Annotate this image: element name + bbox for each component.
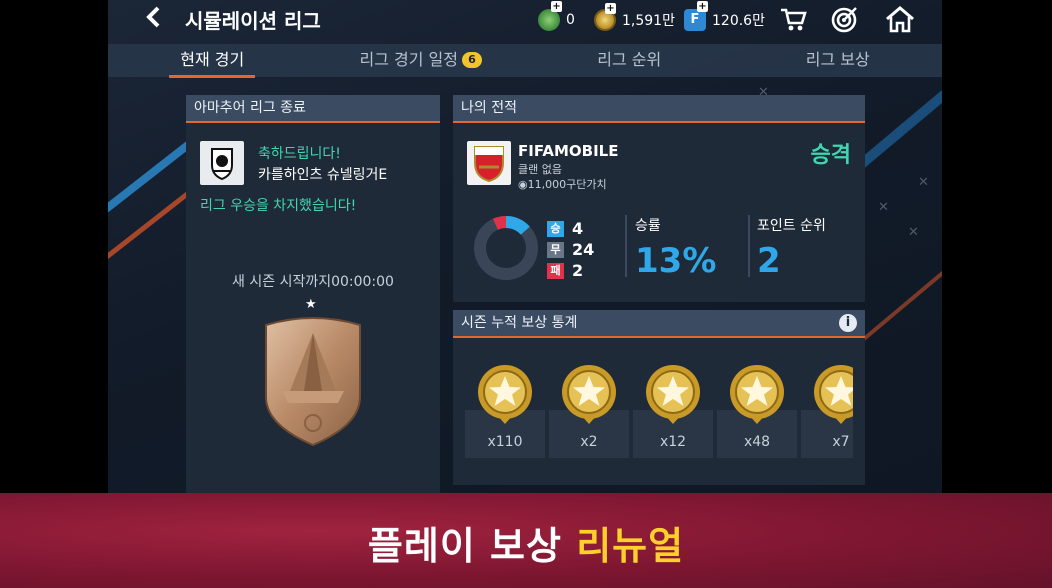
banner-text-highlight: 리뉴얼 [576, 524, 685, 568]
value-icon: ◉ [518, 178, 528, 191]
team-name: FIFAMOBILE [518, 142, 619, 160]
decor-cross: ✕ [878, 200, 889, 215]
chevron-left-icon [146, 6, 160, 28]
club-name: 카를하인츠 슈넬링거E [258, 167, 388, 183]
gold-star-medal-icon [562, 365, 616, 424]
win-rate-label: 승률 [635, 218, 661, 234]
cart-button[interactable] [778, 4, 808, 34]
top-bar: 시뮬레이션 리그 + 0 + 1,591만 F + 120.6만 [108, 0, 942, 40]
decor-stripe [108, 137, 196, 231]
gold-star-medal-icon [814, 365, 853, 424]
home-button[interactable] [884, 4, 914, 34]
rank-value: 2 [757, 241, 781, 281]
info-icon[interactable]: i [839, 314, 857, 332]
banner-headline: 플레이 보상 리뉴얼 [0, 515, 1052, 570]
team-value: ◉11,000구단가치 [518, 176, 607, 192]
cart-icon [781, 8, 807, 31]
tab-label: 리그 순위 [597, 50, 662, 69]
back-button[interactable] [144, 6, 164, 34]
season-rewards-panel: 시즌 누적 보상 통계 i x110 x2 x12 x48 x7 [453, 310, 865, 485]
banner-text-main: 플레이 보상 [367, 524, 577, 568]
club-logo-icon [200, 141, 244, 185]
panel-heading: 시즌 누적 보상 통계 i [453, 310, 865, 338]
reward-count: x48 [743, 434, 771, 450]
gold-star-medal-icon [478, 365, 532, 424]
win-draw-loss-donut [474, 216, 538, 280]
tab-league-rewards[interactable]: 리그 보상 [734, 44, 943, 77]
wins-tag: 승 [547, 220, 564, 237]
draws-value: 24 [572, 240, 595, 259]
clan-status: 클랜 없음 [518, 163, 562, 176]
letterbox-right [942, 0, 1052, 493]
xp-icon: + [538, 1, 562, 31]
panel-heading-text: 시즌 누적 보상 통계 [461, 315, 578, 331]
rewards-list: x110 x2 x12 x48 x7 [465, 362, 853, 472]
target-button[interactable] [830, 4, 860, 34]
tab-league-schedule[interactable]: 리그 경기 일정 6 [317, 44, 526, 77]
page-title: 시뮬레이션 리그 [185, 9, 321, 33]
fifa-points-icon: F + [684, 1, 708, 31]
season-timer: 새 시즌 시작까지00:00:00 [232, 274, 394, 290]
panel-heading: 나의 전적 [453, 95, 865, 123]
star-icon: ★ [305, 297, 317, 312]
panel-heading: 아마추어 리그 종료 [186, 95, 440, 123]
letterbox-left [0, 0, 108, 493]
reward-item[interactable]: x12 [633, 362, 713, 458]
draws-row: 무 24 [547, 240, 594, 259]
coin-value: 1,591만 [622, 13, 675, 29]
game-screen: ✕ ✕ ✕ ✕ 시뮬레이션 리그 + 0 + 1,591만 F + 120.6만 [108, 0, 942, 493]
reward-item[interactable]: x48 [717, 362, 797, 458]
reward-count: x110 [487, 434, 523, 450]
xp-currency[interactable]: + 0 [538, 1, 575, 31]
result-status: 승격 [810, 143, 851, 168]
decor-cross: ✕ [908, 225, 919, 240]
divider [748, 215, 750, 277]
losses-tag: 패 [547, 262, 564, 279]
losses-value: 2 [572, 261, 584, 280]
league-won-text: 리그 우승을 차지했습니다! [200, 198, 357, 214]
target-icon [831, 7, 857, 33]
reward-count: x7 [832, 434, 850, 450]
reward-item[interactable]: x2 [549, 362, 629, 458]
coin-currency[interactable]: + 1,591만 [594, 3, 675, 31]
coin-icon: + [594, 3, 616, 31]
promo-banner: 플레이 보상 리뉴얼 [0, 493, 1052, 588]
plus-icon: + [551, 1, 562, 12]
tab-bar: 현재 경기 리그 경기 일정 6 리그 순위 리그 보상 [108, 44, 942, 77]
reward-item[interactable]: x7 [801, 362, 853, 458]
schedule-badge: 6 [462, 52, 482, 68]
fifa-points-value: 120.6만 [712, 13, 765, 29]
home-icon [886, 6, 914, 33]
tab-label: 현재 경기 [180, 50, 245, 69]
gold-star-medal-icon [646, 365, 700, 424]
rank-label: 포인트 순위 [757, 218, 826, 234]
draws-tag: 무 [547, 241, 564, 258]
wins-row: 승 4 [547, 219, 583, 238]
divider [625, 215, 627, 277]
plus-icon: + [697, 1, 708, 12]
fifa-points-currency[interactable]: F + 120.6만 [684, 1, 765, 31]
bronze-league-shield-icon [265, 317, 361, 447]
reward-count: x12 [659, 434, 687, 450]
tab-label: 리그 보상 [805, 50, 870, 69]
tab-league-ranking[interactable]: 리그 순위 [525, 44, 734, 77]
plus-icon: + [605, 3, 616, 14]
congrats-text: 축하드립니다! [258, 146, 341, 162]
reward-count: x2 [580, 434, 598, 450]
decor-cross: ✕ [918, 175, 929, 190]
reward-item[interactable]: x110 [465, 362, 545, 458]
losses-row: 패 2 [547, 261, 583, 280]
tab-current-match[interactable]: 현재 경기 [108, 44, 317, 77]
win-rate-value: 13% [635, 241, 717, 281]
tab-label: 리그 경기 일정 [359, 50, 459, 69]
team-value-text: 11,000구단가치 [527, 178, 607, 191]
arsenal-crest-icon [467, 141, 511, 185]
xp-value: 0 [566, 12, 575, 28]
my-record-panel: 나의 전적 FIFAMOBILE 클랜 없음 ◉11,000구단가치 승격 승 … [453, 95, 865, 302]
wins-value: 4 [572, 219, 584, 238]
league-end-panel: 아마추어 리그 종료 축하드립니다! 카를하인츠 슈넬링거E 리그 우승을 차지… [186, 95, 440, 493]
gold-star-medal-icon [730, 365, 784, 424]
